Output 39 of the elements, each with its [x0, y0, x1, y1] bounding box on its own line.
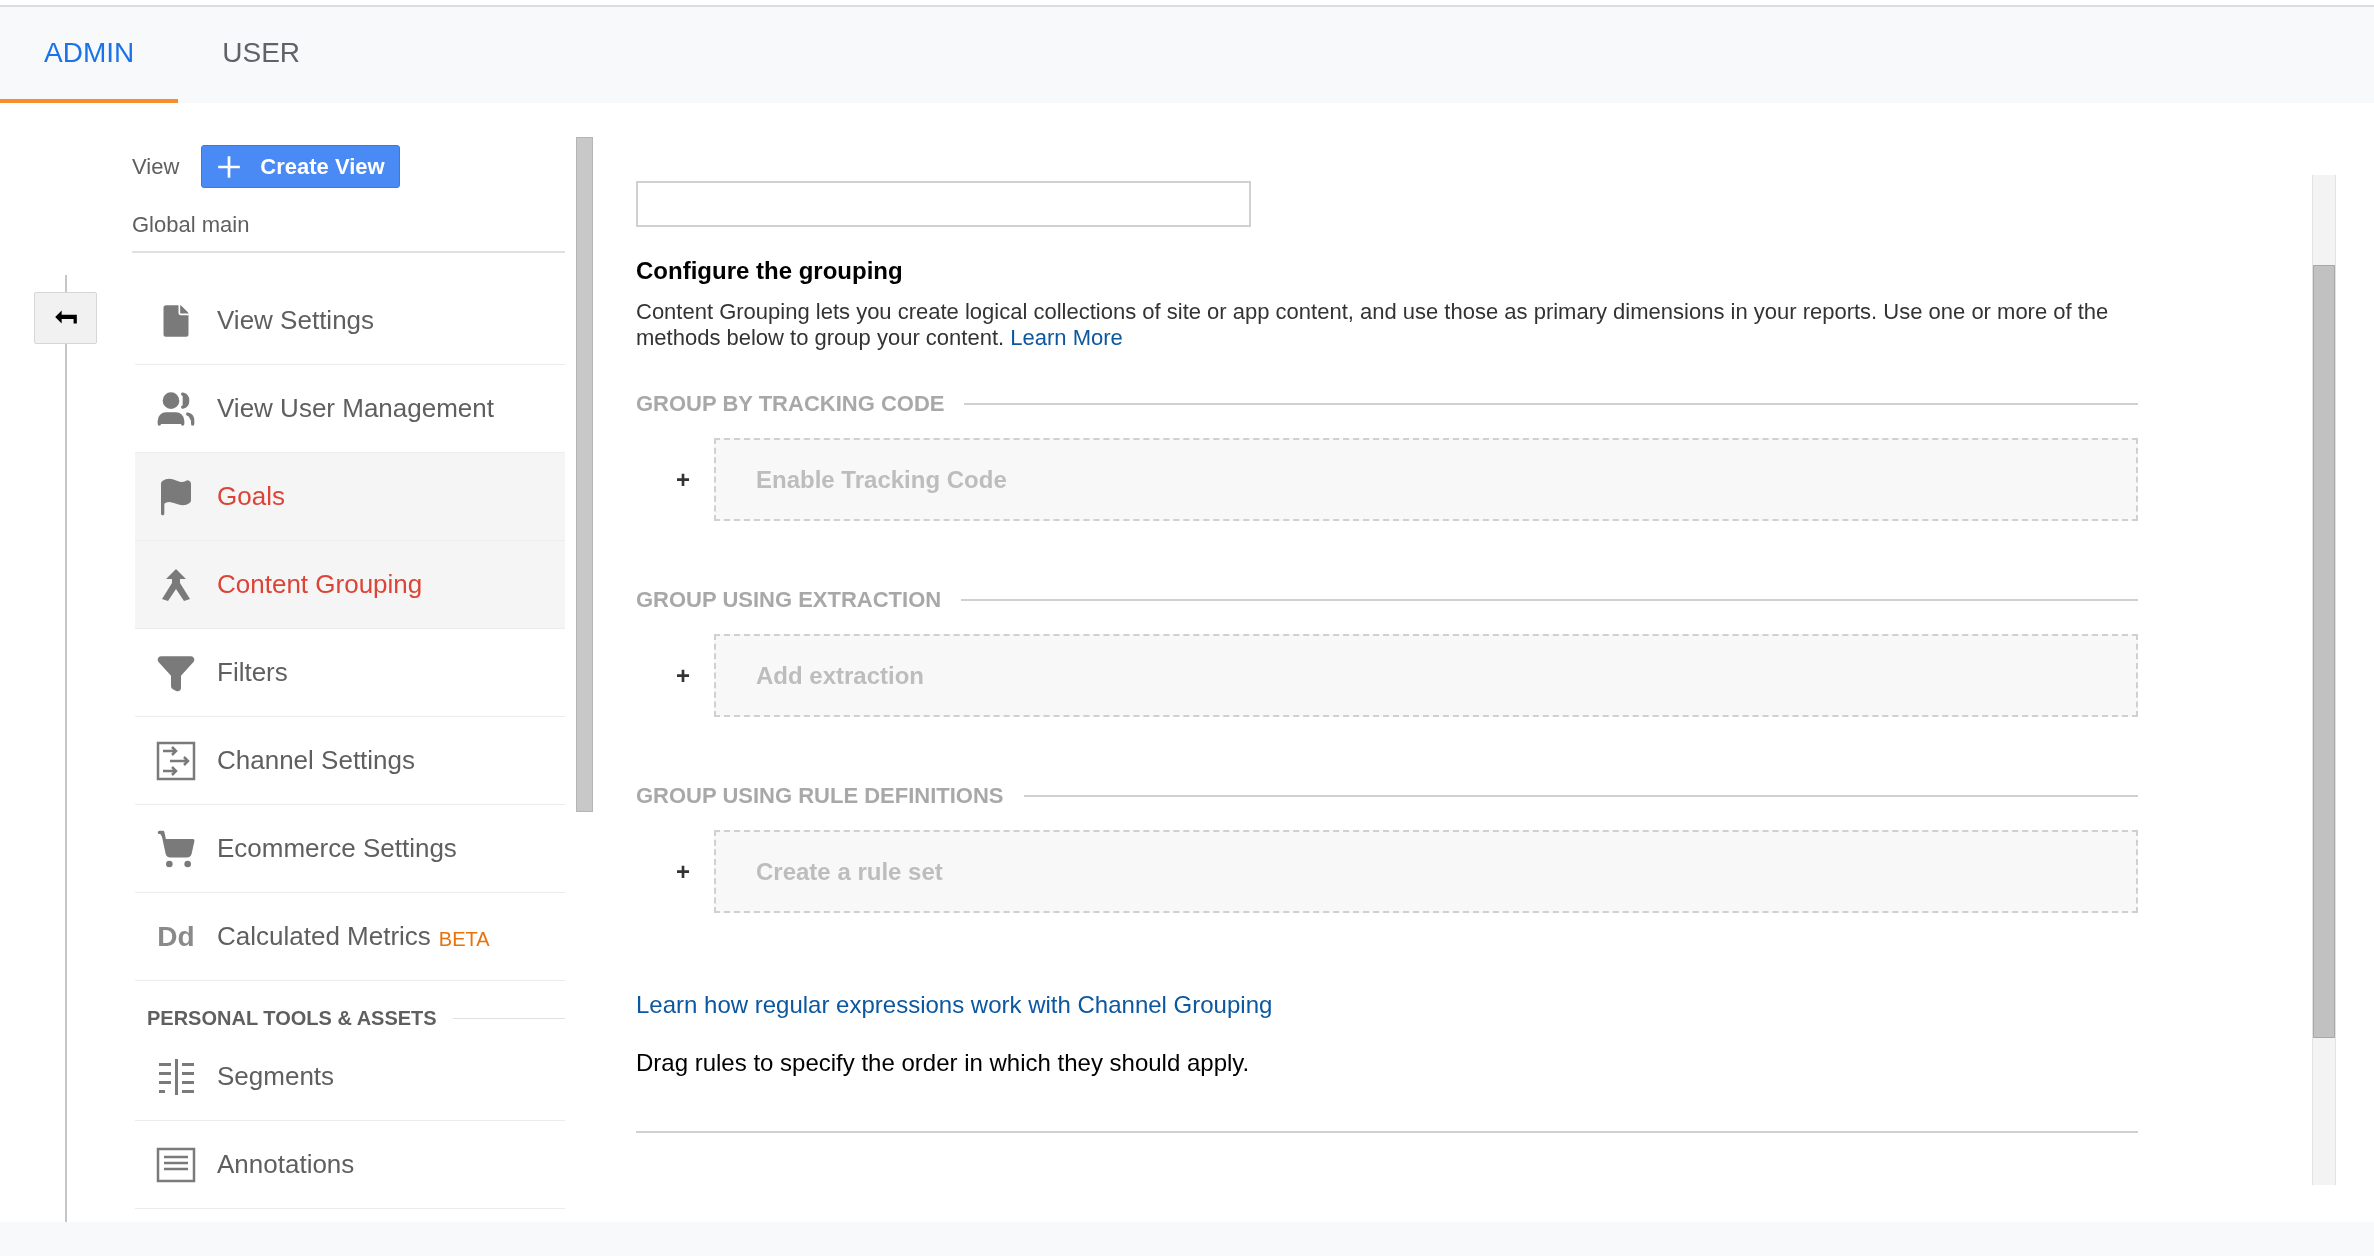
- nav-item-label: Content Grouping: [217, 568, 423, 601]
- name-field[interactable]: [636, 181, 1251, 227]
- nav-item-label: View User Management: [217, 392, 494, 425]
- view-name: Global main: [132, 208, 565, 253]
- section-heading: GROUP BY TRACKING CODE: [636, 390, 945, 418]
- heading: Configure the grouping: [636, 256, 904, 286]
- segments-icon: [156, 1056, 196, 1097]
- nav-item[interactable]: Goals: [135, 453, 565, 541]
- section-heading: PERSONAL TOOLS & ASSETS: [147, 1006, 437, 1031]
- learn-more-link[interactable]: Learn More: [1010, 325, 1123, 350]
- nav-item[interactable]: Content Grouping: [135, 541, 565, 629]
- add-symbol: +: [675, 856, 691, 887]
- plus-icon: [216, 153, 243, 180]
- view-label: View: [132, 153, 180, 181]
- nav-item-label: Segments: [217, 1060, 335, 1093]
- nav-item-label: Channel Settings: [217, 744, 416, 777]
- nav-item-label: Ecommerce Settings: [217, 832, 457, 865]
- add-symbol: +: [675, 660, 691, 691]
- drag-hint: Drag rules to specify the order in which they should apply.: [636, 1048, 1251, 1078]
- scrollbar[interactable]: [576, 137, 593, 812]
- text-icon: Dd: [157, 922, 195, 951]
- section-heading: GROUP USING RULE DEFINITIONS: [636, 782, 1004, 810]
- tab[interactable]: ADMIN: [0, 7, 179, 103]
- description: Content Grouping lets you create logical collections of site or app content, and use those as primary dimensions in your reports. Use one or more of the methods below to group your content. Learn More: [636, 299, 2110, 351]
- tab[interactable]: USER: [178, 7, 345, 103]
- nav-item-label: Annotations: [217, 1148, 355, 1181]
- nav-item-label: Filters: [217, 656, 288, 689]
- nav-item-label: Goals: [217, 480, 285, 513]
- back-button[interactable]: [34, 292, 97, 344]
- cart-icon: [156, 828, 196, 869]
- scrollbar-thumb[interactable]: [2313, 265, 2335, 1038]
- beta-label: BETA: [438, 926, 490, 952]
- regex-help-link[interactable]: Learn how regular expressions work with Channel Grouping: [636, 987, 2138, 1023]
- section-heading: GROUP USING EXTRACTION: [636, 586, 942, 614]
- nav-item-label: Calculated Metrics: [217, 920, 431, 953]
- add-symbol: +: [675, 464, 691, 495]
- create-view-button[interactable]: Create View: [201, 145, 400, 188]
- nav-item-label: View Settings: [217, 304, 375, 337]
- arrows-box-icon: [156, 740, 196, 781]
